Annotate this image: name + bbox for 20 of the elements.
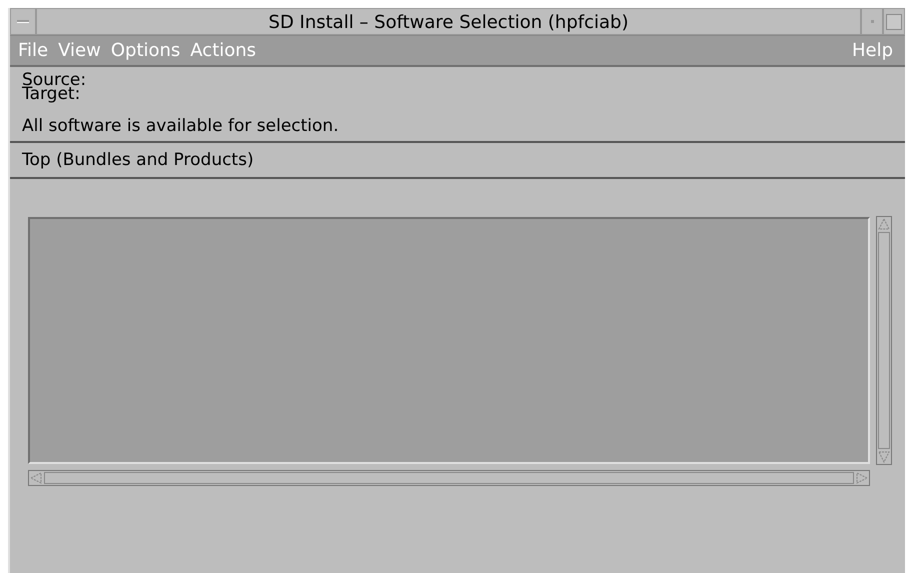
vertical-scrollbar[interactable] bbox=[876, 216, 892, 465]
level-header: Top (Bundles and Products) bbox=[10, 143, 905, 179]
scroll-left-icon[interactable] bbox=[29, 471, 43, 485]
window-menu-button[interactable] bbox=[10, 8, 36, 35]
status-message: All software is available for selection. bbox=[22, 115, 340, 137]
scroll-up-icon[interactable] bbox=[877, 217, 891, 231]
menu-item[interactable]: Actions bbox=[190, 40, 256, 61]
software-list[interactable] bbox=[28, 217, 870, 464]
window-title: SD Install – Software Selection (hpfciab) bbox=[36, 8, 861, 35]
scroll-down-icon[interactable] bbox=[877, 450, 891, 464]
horizontal-scrollbar[interactable] bbox=[28, 470, 870, 486]
menu-item[interactable]: Help bbox=[852, 40, 893, 61]
maximize-button[interactable] bbox=[883, 8, 905, 35]
menu-item[interactable]: File bbox=[18, 40, 48, 61]
menu-item[interactable]: View bbox=[58, 40, 101, 61]
source-label: Source: bbox=[22, 73, 88, 87]
target-label: Target: bbox=[22, 87, 80, 101]
scroll-right-icon[interactable] bbox=[855, 471, 869, 485]
minimize-button[interactable] bbox=[861, 8, 883, 35]
menu-item[interactable]: Options bbox=[110, 40, 180, 61]
